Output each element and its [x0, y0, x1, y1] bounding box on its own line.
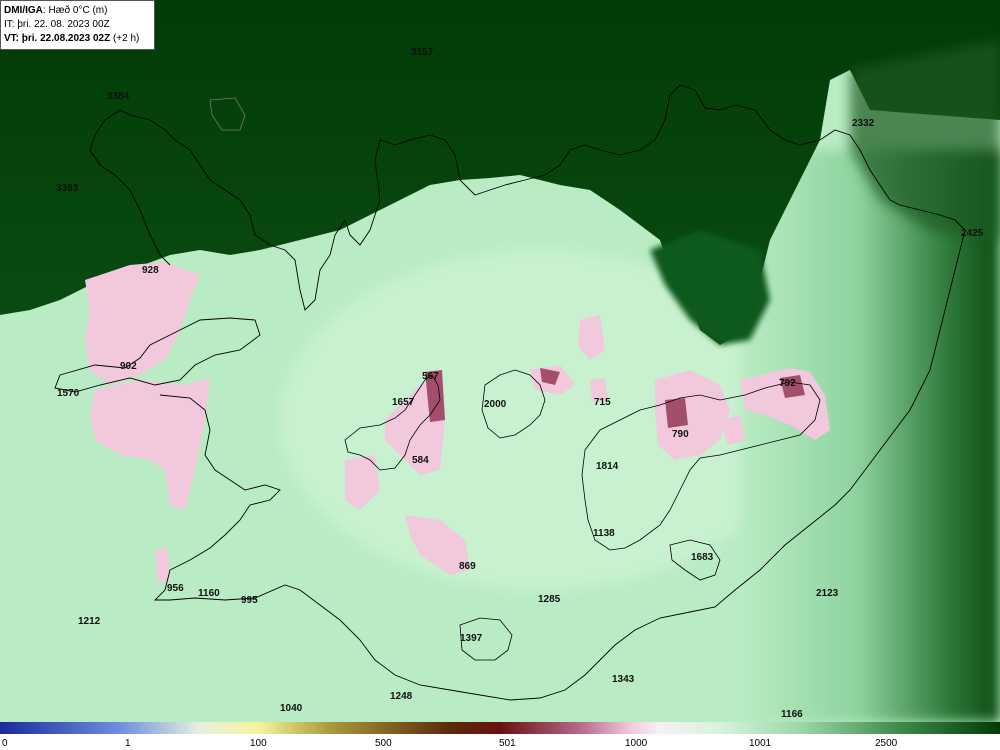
value-label: 1166 [781, 709, 803, 720]
value-label: 2425 [961, 228, 984, 239]
header-title-line: DMI/IGA: Hæð 0°C (m) [4, 4, 151, 18]
value-label: 790 [672, 429, 689, 440]
value-label: 2123 [816, 588, 839, 599]
colorbar-tick: 100 [250, 738, 267, 749]
value-label: 995 [241, 595, 258, 606]
colorbar: 0 1 100 500 501 1000 1001 2500 [0, 722, 1000, 750]
value-label: 928 [142, 265, 159, 276]
freezing-level-map: 3157 3384 2332 3393 2425 928 902 1570 56… [0, 0, 1000, 722]
valid-time-line: VT: þri. 22.08.2023 02Z (+2 h) [4, 32, 151, 46]
field-name: : Hæð 0°C (m) [42, 5, 108, 16]
value-label: 1683 [691, 552, 714, 563]
value-label: 3393 [56, 183, 79, 194]
valid-offset: (+2 h) [112, 33, 140, 44]
value-label: 1397 [460, 633, 483, 644]
colorbar-tick: 1 [125, 738, 131, 749]
value-label: 1248 [390, 691, 413, 702]
colorbar-tick: 500 [375, 738, 392, 749]
value-label: 1570 [57, 388, 80, 399]
value-label: 1040 [280, 703, 303, 714]
value-label: 956 [167, 583, 184, 594]
value-label: 584 [412, 455, 429, 466]
value-label: 3157 [411, 47, 434, 58]
model-name: DMI/IGA [4, 5, 43, 16]
colorbar-tick: 501 [499, 738, 516, 749]
colorbar-gradient [0, 722, 1000, 734]
value-label: 3384 [107, 91, 130, 102]
value-label: 1160 [198, 588, 220, 599]
map-header: DMI/IGA: Hæð 0°C (m) IT: þri. 22. 08. 20… [0, 0, 155, 50]
value-label: 1138 [593, 528, 615, 539]
valid-time: VT: þri. 22.08.2023 02Z [4, 33, 111, 44]
value-label: 1212 [78, 616, 101, 627]
colorbar-tick: 1000 [625, 738, 648, 749]
colorbar-tick: 2500 [875, 738, 898, 749]
value-label: 1343 [612, 674, 635, 685]
value-label: 715 [594, 397, 611, 408]
colorbar-tick: 1001 [749, 738, 772, 749]
value-label: 902 [120, 361, 137, 372]
value-label: 792 [779, 378, 796, 389]
value-label: 1285 [538, 594, 561, 605]
value-label: 869 [459, 561, 476, 572]
value-label: 1657 [392, 397, 415, 408]
value-label: 567 [422, 371, 439, 382]
value-label: 1814 [596, 461, 619, 472]
value-label: 2332 [852, 118, 875, 129]
value-label: 2000 [484, 399, 507, 410]
init-time: IT: þri. 22. 08. 2023 00Z [4, 19, 110, 30]
colorbar-tick: 0 [2, 738, 8, 749]
